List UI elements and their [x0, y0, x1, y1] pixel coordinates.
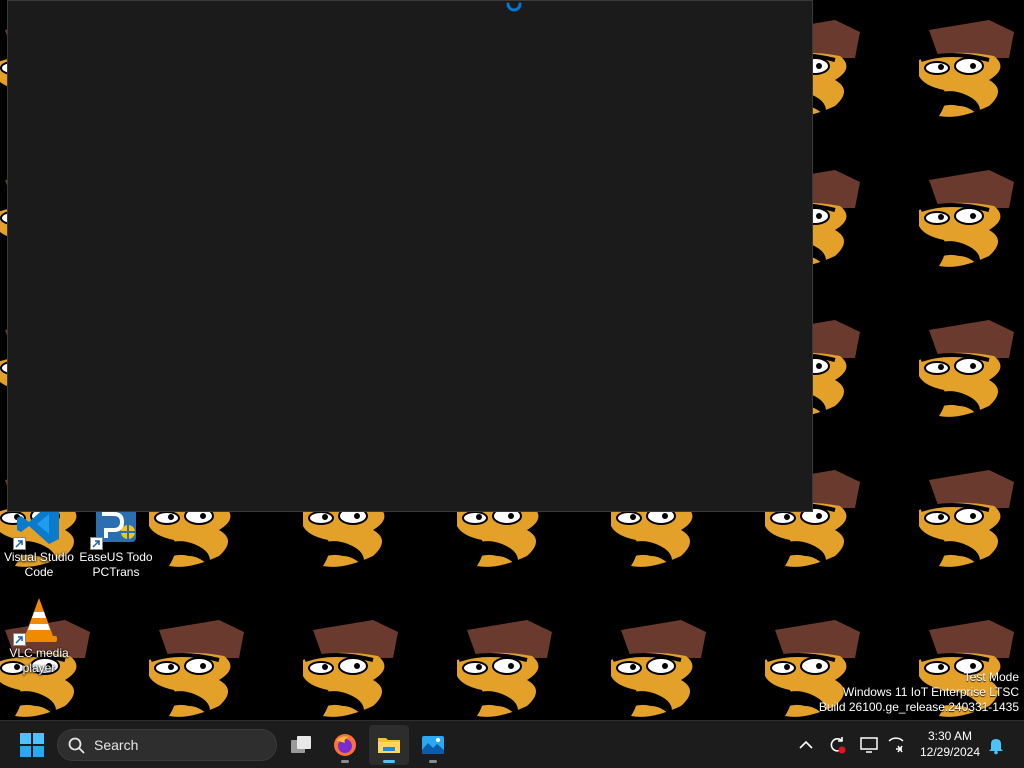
tray-display-button[interactable] [857, 731, 881, 759]
desktop-icon-vlc[interactable]: VLC media player [1, 596, 77, 676]
vlc-icon [13, 596, 63, 646]
notifications-button[interactable] [984, 731, 1008, 759]
firefox-icon [334, 734, 356, 756]
photos-icon [422, 736, 444, 754]
shortcut-arrow-icon [90, 537, 103, 550]
running-indicator [429, 760, 437, 763]
sync-error-icon [830, 737, 846, 754]
running-indicator [341, 760, 349, 763]
start-button[interactable] [12, 725, 52, 765]
task-view-icon [291, 736, 311, 753]
taskbar-search[interactable]: Search [57, 729, 277, 761]
desktop-icon-label: Visual Studio Code [4, 550, 74, 579]
taskbar-app-file-explorer[interactable] [369, 725, 409, 765]
network-off-icon [888, 737, 904, 753]
desktop-icon-easeus[interactable]: EaseUS Todo PCTrans [78, 500, 154, 580]
taskbar-app-firefox[interactable] [325, 725, 365, 765]
search-label: Search [94, 737, 139, 753]
loading-window[interactable] [7, 0, 813, 512]
display-icon [860, 737, 878, 753]
watermark-line: Windows 11 IoT Enterprise LTSC [842, 685, 1019, 699]
show-hidden-icons-button[interactable] [794, 731, 818, 759]
taskbar-app-photos[interactable] [413, 725, 453, 765]
desktop-icon-vscode[interactable]: Visual Studio Code [1, 500, 77, 580]
desktop-icon-label: VLC media player [9, 646, 69, 675]
loading-spinner-icon [506, 2, 522, 12]
watermark-line: Test Mode [963, 670, 1019, 684]
bell-icon [989, 739, 1003, 755]
desktop-icon-label: EaseUS Todo PCTrans [79, 550, 153, 579]
task-view-button[interactable] [281, 725, 321, 765]
search-icon [68, 737, 85, 754]
clock-date: 12/29/2024 [919, 745, 981, 759]
taskbar: Search 3:30 AM 12/29/2024 [0, 720, 1024, 768]
tray-network-button[interactable] [884, 731, 908, 759]
tray-sync-button[interactable] [825, 731, 849, 759]
chevron-up-icon [799, 740, 813, 749]
shortcut-arrow-icon [13, 537, 26, 550]
watermark-line: Build 26100.ge_release.240331-1435 [818, 700, 1019, 714]
clock-time: 3:30 AM [927, 729, 973, 743]
test-mode-watermark: Test Mode Windows 11 IoT Enterprise LTSC… [819, 670, 1019, 715]
system-clock[interactable]: 3:30 AM 12/29/2024 [914, 728, 986, 760]
file-explorer-icon [378, 738, 400, 753]
shortcut-arrow-icon [13, 633, 26, 646]
active-indicator [383, 760, 395, 763]
windows-logo-icon [20, 733, 44, 757]
